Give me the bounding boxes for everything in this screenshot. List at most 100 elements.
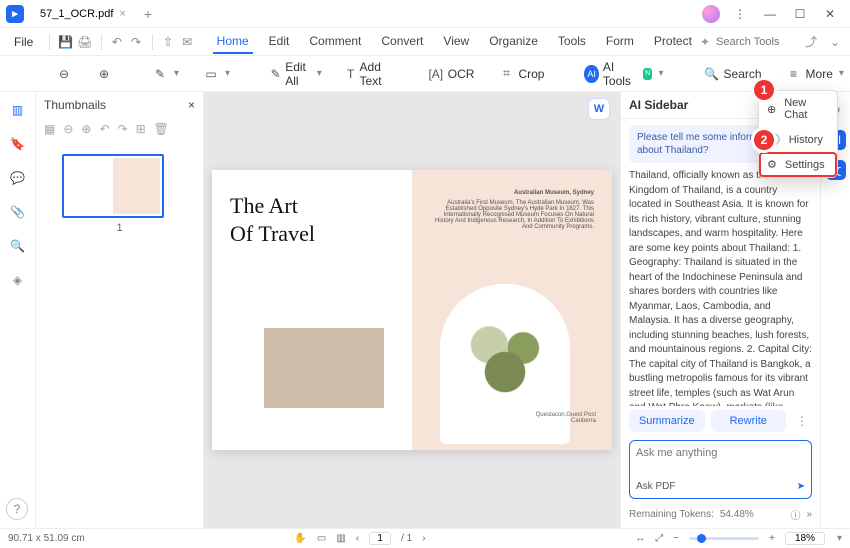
zoom-input[interactable] — [785, 532, 825, 545]
zoom-plus-icon[interactable]: + — [769, 533, 775, 544]
zoom-slider-thumb[interactable] — [697, 534, 706, 543]
page-input[interactable] — [369, 532, 391, 545]
ai-sidebar-title: AI Sidebar — [629, 98, 688, 112]
menu-form[interactable]: Form — [602, 30, 638, 54]
tokens-info-icon[interactable]: ⓘ — [790, 507, 800, 522]
view-mode-icon[interactable]: ▭ — [317, 533, 326, 544]
edit-all-button[interactable]: ✎Edit All▾ — [262, 56, 330, 92]
edit-all-label: Edit All — [285, 60, 311, 88]
maximize-button[interactable]: ☐ — [786, 3, 814, 25]
plus-circle-icon: ⊕ — [767, 103, 776, 116]
thumb-delete-icon[interactable]: 🗑 — [154, 122, 169, 136]
page-prev-icon[interactable]: ‹ — [356, 533, 359, 544]
document-tab[interactable]: 57_1_OCR.pdf × — [30, 4, 136, 24]
ocr-button[interactable]: [A]OCR — [420, 62, 483, 86]
cloud-upload-icon[interactable]: ⤴ — [802, 33, 820, 51]
fit-width-icon[interactable]: ↔ — [635, 533, 645, 544]
zoom-out-button[interactable]: ⊖ — [48, 62, 80, 86]
divider — [101, 34, 102, 50]
account-avatar[interactable] — [702, 5, 720, 23]
menu-comment[interactable]: Comment — [305, 30, 365, 54]
close-window-button[interactable]: ✕ — [816, 3, 844, 25]
document-viewer[interactable]: W The Art Of Travel Australian Museum, S… — [204, 92, 620, 528]
shape-button[interactable]: ▭▾ — [195, 62, 238, 86]
save-icon[interactable]: 💾 — [58, 33, 73, 51]
help-button[interactable]: ? — [6, 498, 28, 520]
more-button[interactable]: ≡More▾ — [778, 62, 850, 86]
search-label: Search — [724, 67, 762, 81]
ocr-label: OCR — [448, 67, 475, 81]
zoom-slider[interactable] — [689, 537, 759, 540]
mail-icon[interactable]: ✉ — [180, 33, 195, 51]
menu-home[interactable]: Home — [213, 30, 253, 54]
menu-tools[interactable]: Tools — [554, 30, 590, 54]
zoom-in-button[interactable]: ⊕ — [88, 62, 120, 86]
page-thumbnail-1[interactable] — [62, 154, 164, 218]
content-area: ▥ 🔖 💬 📎 🔍 ◈ Thumbnails × ▦ ⊖ ⊕ ↶ ↷ ⊞ 🗑 1… — [0, 92, 850, 528]
thumb-insert-icon[interactable]: ⊞ — [136, 122, 146, 136]
bookmark-icon[interactable]: 🔖 — [8, 134, 28, 154]
share-icon[interactable]: ⇧ — [160, 33, 175, 51]
doc-image-left — [264, 328, 384, 408]
kebab-icon[interactable]: ⋮ — [726, 3, 754, 25]
menu-edit[interactable]: Edit — [265, 30, 294, 54]
ai-tools-button[interactable]: AIAI ToolsN▾ — [576, 56, 671, 92]
expand-icon[interactable]: » — [806, 509, 812, 520]
close-panel-icon[interactable]: × — [188, 98, 195, 112]
cursor-position: 90.71 x 51.09 cm — [8, 533, 85, 544]
ai-actions-more-icon[interactable]: ⋮ — [792, 414, 812, 428]
divider — [152, 34, 153, 50]
main-menu: Home Edit Comment Convert View Organize … — [213, 30, 696, 54]
chevron-down-icon[interactable]: ⌄ — [826, 33, 844, 51]
fit-page-icon[interactable]: ⤢ — [655, 533, 663, 544]
rewrite-button[interactable]: Rewrite — [711, 410, 787, 432]
ai-input-box[interactable]: Ask PDF ➤ — [629, 440, 812, 499]
crop-label: Crop — [518, 67, 544, 81]
print-icon[interactable]: 🖨 — [77, 33, 92, 51]
thumb-grid-icon[interactable]: ▦ — [44, 122, 55, 136]
menu-protect[interactable]: Protect — [650, 30, 696, 54]
layout-icon[interactable]: ▥ — [336, 533, 345, 544]
send-icon[interactable]: ➤ — [797, 481, 805, 492]
word-export-icon[interactable]: W — [588, 98, 610, 120]
more-label: More — [806, 67, 833, 81]
highlighter-button[interactable]: ✎▾ — [144, 62, 187, 86]
thumb-zoomout-icon[interactable]: ⊖ — [63, 122, 73, 136]
dropdown-settings[interactable]: ⚙Settings — [759, 152, 837, 177]
minimize-button[interactable]: — — [756, 3, 784, 25]
zoom-minus-icon[interactable]: − — [673, 533, 679, 544]
thumb-zoomin-icon[interactable]: ⊕ — [81, 122, 91, 136]
ask-pdf-toggle[interactable]: Ask PDF — [636, 481, 675, 492]
page-next-icon[interactable]: › — [422, 533, 425, 544]
file-menu[interactable]: File — [6, 32, 41, 52]
doc-paragraph: Australia's First Museum, The Australian… — [430, 200, 594, 230]
zoom-dropdown-icon[interactable]: ▾ — [837, 533, 842, 544]
undo-icon[interactable]: ↶ — [109, 33, 124, 51]
close-tab-icon[interactable]: × — [119, 8, 125, 20]
tab-title: 57_1_OCR.pdf — [40, 8, 113, 20]
thumbnails-icon[interactable]: ▥ — [8, 100, 28, 120]
search-panel-icon[interactable]: 🔍 — [8, 236, 28, 256]
add-text-label: Add Text — [360, 60, 388, 88]
ai-text-input[interactable] — [636, 447, 805, 459]
toolbar: ⊖ ⊕ ✎▾ ▭▾ ✎Edit All▾ TAdd Text [A]OCR ⌗C… — [0, 56, 850, 92]
menu-convert[interactable]: Convert — [377, 30, 427, 54]
comment-icon[interactable]: 💬 — [8, 168, 28, 188]
menu-organize[interactable]: Organize — [485, 30, 542, 54]
app-logo: ▸ — [6, 5, 24, 23]
summarize-button[interactable]: Summarize — [629, 410, 705, 432]
sparkle-icon: ✦ — [700, 35, 710, 49]
crop-button[interactable]: ⌗Crop — [490, 62, 552, 86]
search-tools[interactable]: ✦ ⤴ ⌄ — [700, 33, 844, 51]
add-tab-button[interactable]: + — [144, 6, 152, 22]
status-bar: 90.71 x 51.09 cm ✋ ▭ ▥ ‹ / 1 › ↔ ⤢ − + ▾ — [0, 528, 850, 548]
attachment-icon[interactable]: 📎 — [8, 202, 28, 222]
redo-icon[interactable]: ↷ — [128, 33, 143, 51]
add-text-button[interactable]: TAdd Text — [338, 56, 396, 92]
hand-tool-icon[interactable]: ✋ — [294, 533, 306, 544]
thumb-rotate-right-icon[interactable]: ↷ — [118, 122, 128, 136]
search-tools-input[interactable] — [716, 36, 796, 48]
thumb-rotate-left-icon[interactable]: ↶ — [99, 122, 109, 136]
menu-view[interactable]: View — [439, 30, 473, 54]
layers-icon[interactable]: ◈ — [8, 270, 28, 290]
